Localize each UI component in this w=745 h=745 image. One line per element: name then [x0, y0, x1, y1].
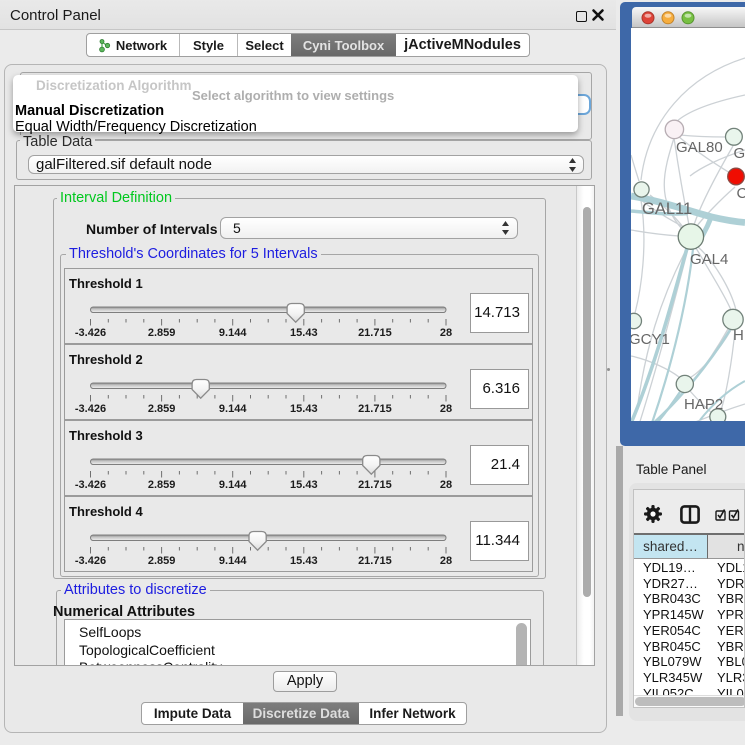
- svg-text:21.715: 21.715: [358, 555, 392, 567]
- svg-text:9.144: 9.144: [219, 327, 247, 339]
- svg-text:-3.426: -3.426: [75, 555, 106, 567]
- svg-text:9.144: 9.144: [219, 555, 247, 567]
- svg-text:28: 28: [440, 555, 452, 567]
- svg-text:28: 28: [440, 479, 452, 491]
- svg-text:15.43: 15.43: [290, 403, 318, 415]
- svg-text:2.859: 2.859: [148, 403, 176, 415]
- svg-text:C: C: [737, 185, 745, 202]
- svg-text:9.144: 9.144: [219, 479, 247, 491]
- svg-text:15.43: 15.43: [290, 479, 318, 491]
- svg-text:15.43: 15.43: [290, 555, 318, 567]
- svg-text:9.144: 9.144: [219, 403, 247, 415]
- svg-text:-3.426: -3.426: [75, 479, 106, 491]
- svg-text:GAL4: GAL4: [690, 251, 728, 268]
- svg-text:GAL80: GAL80: [676, 139, 723, 156]
- svg-text:GCY1: GCY1: [631, 331, 670, 348]
- svg-text:21.715: 21.715: [358, 327, 392, 339]
- svg-text:GAL11: GAL11: [642, 200, 692, 218]
- svg-text:2.859: 2.859: [148, 479, 176, 491]
- svg-text:15.43: 15.43: [290, 327, 318, 339]
- svg-text:-3.426: -3.426: [75, 403, 106, 415]
- svg-text:H: H: [733, 327, 744, 344]
- svg-text:2.859: 2.859: [148, 555, 176, 567]
- svg-text:28: 28: [440, 403, 452, 415]
- svg-text:21.715: 21.715: [358, 403, 392, 415]
- svg-text:HAP2: HAP2: [684, 396, 723, 413]
- svg-text:2.859: 2.859: [148, 327, 176, 339]
- svg-text:21.715: 21.715: [358, 479, 392, 491]
- svg-text:GA: GA: [734, 145, 745, 162]
- svg-text:28: 28: [440, 327, 452, 339]
- svg-text:-3.426: -3.426: [75, 327, 106, 339]
